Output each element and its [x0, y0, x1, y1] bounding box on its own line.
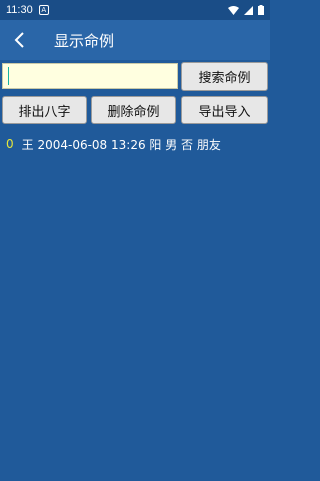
- record-index: 0: [6, 137, 14, 151]
- search-button[interactable]: 搜索命例: [181, 62, 268, 91]
- bazi-button[interactable]: 排出八字: [2, 96, 87, 124]
- export-import-button[interactable]: 导出导入: [181, 96, 268, 124]
- back-button[interactable]: [0, 20, 40, 60]
- battery-icon: [258, 5, 264, 15]
- record-text: 王 2004-06-08 13:26 阳 男 否 朋友: [21, 137, 221, 152]
- status-bar: 11:30 A: [0, 0, 270, 20]
- page-title: 显示命例: [54, 31, 115, 50]
- text-caret: [8, 67, 9, 85]
- list-item[interactable]: 0 王 2004-06-08 13:26 阳 男 否 朋友: [6, 135, 266, 153]
- signal-icon: [244, 5, 253, 15]
- back-arrow-icon: [14, 32, 24, 48]
- status-icons: [228, 5, 264, 15]
- search-input[interactable]: [2, 63, 178, 89]
- wifi-icon: [228, 5, 239, 15]
- notification-badge: A: [38, 5, 49, 15]
- delete-button[interactable]: 删除命例: [91, 96, 176, 124]
- status-time: 11:30: [6, 4, 33, 16]
- app-bar: 显示命例: [0, 20, 270, 60]
